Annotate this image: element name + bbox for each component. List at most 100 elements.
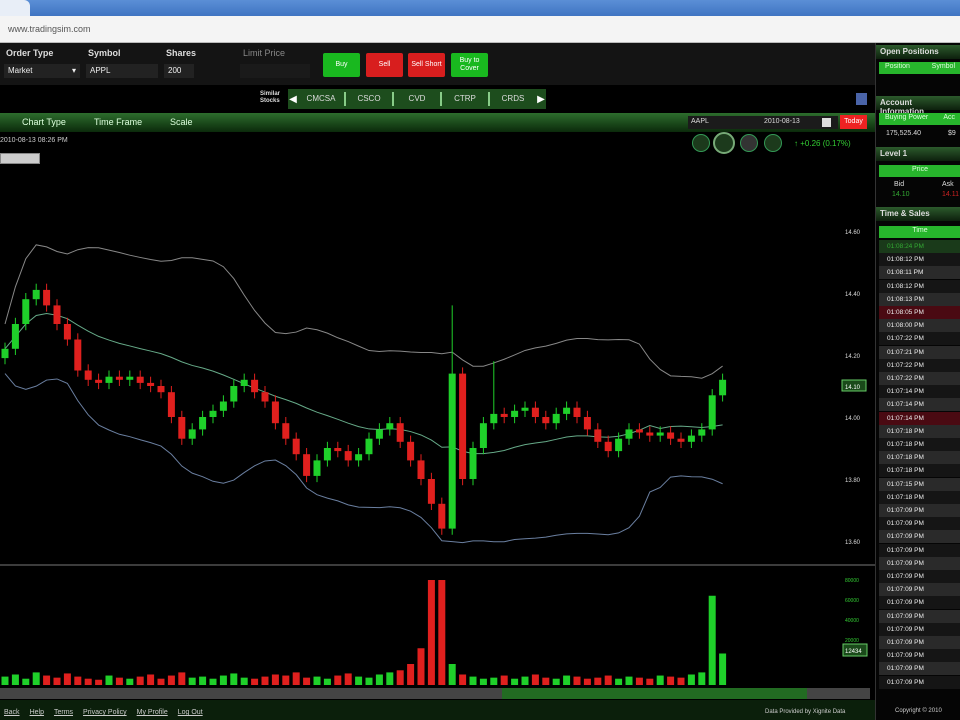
volume-bar — [1, 676, 9, 685]
similar-stock-tab[interactable]: CTRP — [442, 92, 490, 106]
time-sales-row: 01:07:18 PM — [879, 464, 960, 478]
bollinger-lower-line — [4, 373, 723, 544]
time-frame-menu[interactable]: Time Frame — [94, 117, 142, 127]
facebook-icon[interactable] — [856, 93, 867, 105]
symbol-label: Symbol — [88, 48, 121, 58]
volume-tick-label: 60000 — [845, 598, 859, 604]
candle-body — [188, 429, 196, 439]
candle-body — [219, 401, 227, 411]
shares-input[interactable]: 200 — [164, 64, 194, 78]
chart-date: 2010-08-13 — [764, 118, 800, 125]
candle-body — [344, 451, 352, 461]
volume-bar — [407, 664, 415, 685]
volume-bar — [448, 664, 456, 685]
volume-bar — [490, 677, 498, 685]
chevron-right-icon[interactable]: ▶ — [536, 94, 546, 105]
sell-short-button[interactable]: Sell Short — [408, 53, 445, 77]
volume-bar — [427, 580, 435, 685]
volume-bar — [167, 675, 175, 685]
volume-bar — [386, 672, 394, 685]
current-price-label: 14.10 — [845, 385, 861, 391]
candle-body — [53, 305, 61, 324]
candle-body — [708, 395, 716, 430]
volume-bar — [719, 653, 727, 685]
symbol-input[interactable]: APPL — [86, 64, 158, 78]
time-sales-row: 01:08:13 PM — [879, 292, 960, 306]
candle-body — [646, 432, 654, 436]
volume-bar — [53, 677, 61, 685]
volume-tick-label: 40000 — [845, 618, 859, 624]
copyright: Copyright © 2010 — [895, 708, 942, 714]
order-type-select[interactable]: Market ▾ — [4, 64, 80, 78]
sell-button[interactable]: Sell — [366, 53, 403, 77]
right-panel: Open Positions Position Symbol Account In… — [875, 43, 960, 720]
candle-body — [261, 392, 269, 402]
price-chart[interactable]: 14.60 14.40 14.20 14.00 13.80 13.60 14.10 80000… — [0, 150, 875, 688]
chart-type-menu[interactable]: Chart Type — [22, 117, 66, 127]
browser-tab-bar — [0, 0, 960, 16]
limit-price-input[interactable] — [240, 64, 310, 78]
candle-body — [615, 438, 623, 452]
volume-bar — [271, 674, 279, 685]
candle-body — [625, 429, 633, 439]
candle-body — [230, 386, 238, 402]
ask-value: 14.11 — [942, 191, 959, 198]
chevron-down-icon: ▾ — [71, 66, 76, 75]
time-sales-row: 01:07:09 PM — [879, 556, 960, 570]
footer-link[interactable]: My Profile — [137, 709, 168, 716]
similar-stock-tab[interactable]: CVD — [394, 92, 442, 106]
chevron-left-icon[interactable]: ◀ — [288, 94, 298, 105]
similar-stock-tab[interactable]: CSCO — [346, 92, 394, 106]
acc-value: $9 — [948, 130, 956, 137]
candle-body — [323, 448, 331, 461]
candle-body — [126, 376, 134, 380]
footer-link[interactable]: Back — [4, 709, 20, 716]
footer-link[interactable]: Privacy Policy — [83, 709, 127, 716]
today-button[interactable]: Today — [840, 115, 867, 129]
buy-to-cover-button[interactable]: Buy to Cover — [451, 53, 488, 77]
volume-bar — [687, 674, 695, 685]
time-sales-row: 01:08:12 PM — [879, 253, 960, 267]
candle-body — [292, 438, 300, 455]
time-sales-row: 01:07:09 PM — [879, 662, 960, 676]
similar-stock-tab[interactable]: CMCSA — [298, 92, 346, 106]
time-sales-row: 01:07:09 PM — [879, 530, 960, 544]
col-position[interactable]: Position — [885, 63, 910, 73]
address-bar[interactable]: www.tradingsim.com — [0, 16, 960, 43]
volume-bar — [677, 677, 685, 685]
volume-bar — [251, 678, 259, 685]
candle-body — [511, 410, 519, 417]
candle-body — [386, 423, 394, 430]
footer-link[interactable]: Help — [30, 709, 44, 716]
candle-body — [375, 429, 383, 439]
browser-tab[interactable] — [0, 0, 30, 16]
footer-link[interactable]: Log Out — [178, 709, 203, 716]
footer-link[interactable]: Terms — [54, 709, 73, 716]
candle-body — [563, 407, 571, 414]
similar-stock-tab[interactable]: CRDS — [490, 92, 536, 106]
volume-bar — [396, 670, 404, 685]
candle-body — [667, 432, 675, 439]
volume-bar — [11, 674, 19, 685]
candle-body — [417, 460, 425, 479]
chart-scrollbar-thumb[interactable] — [502, 688, 807, 699]
candle-body — [63, 324, 71, 340]
order-bar: Order Type Market ▾ Symbol APPL Shares 20… — [0, 43, 875, 85]
candle-body — [95, 379, 103, 383]
scale-menu[interactable]: Scale — [170, 117, 193, 127]
col-symbol[interactable]: Symbol — [932, 63, 955, 73]
chart-symbol-field[interactable]: AAPL 2010-08-13 — [688, 116, 838, 129]
calendar-icon[interactable] — [822, 118, 831, 127]
volume-bar — [43, 675, 51, 685]
buy-button[interactable]: Buy — [323, 53, 360, 77]
volume-bar — [22, 678, 30, 685]
candle-body — [490, 413, 498, 424]
volume-bar — [344, 673, 352, 685]
candle-body — [427, 479, 435, 504]
candle-body — [396, 423, 404, 442]
time-sales-row: 01:07:18 PM — [879, 451, 960, 465]
volume-bar — [63, 673, 71, 685]
volume-bar — [479, 678, 487, 685]
volume-bar — [656, 675, 664, 685]
price-tick-label: 14.20 — [845, 354, 861, 360]
